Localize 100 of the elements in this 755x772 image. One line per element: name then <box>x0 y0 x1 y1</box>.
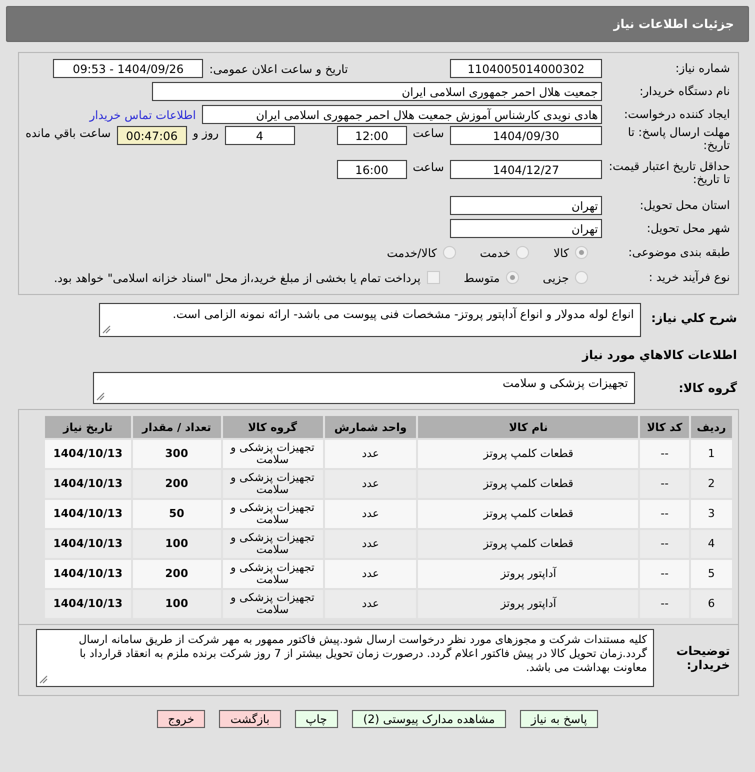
table-cell: 5 <box>690 560 732 588</box>
field-label: ساعت <box>412 126 444 140</box>
table-cell: -- <box>640 560 689 588</box>
field-label: حداقل تاریخ اعتبار قیمت: تا تاریخ: <box>608 160 730 186</box>
need-number-field: 1104005014000302 <box>450 59 602 78</box>
table-cell: 6 <box>690 590 732 618</box>
table-cell: قطعات کلمپ پروتز <box>418 440 638 468</box>
field-label: ساعت باقي مانده <box>26 126 111 140</box>
table-cell: قطعات کلمپ پروتز <box>418 470 638 498</box>
table-cell: تجهیزات پزشکی و سلامت <box>222 500 323 528</box>
table-cell: -- <box>640 530 689 558</box>
resize-grip-icon[interactable] <box>102 325 111 334</box>
field-label: تاریخ و ساعت اعلان عمومی: <box>209 62 348 76</box>
table-cell: تجهیزات پزشکی و سلامت <box>222 530 323 558</box>
table-cell: عدد <box>324 590 416 618</box>
field-label: روز و <box>192 126 219 140</box>
field-label: ایجاد کننده درخواست: <box>623 108 730 121</box>
column-header: واحد شمارش <box>324 416 416 438</box>
radio-button[interactable] <box>516 246 530 259</box>
action-button[interactable]: خروج <box>156 710 206 728</box>
table-cell: -- <box>640 500 689 528</box>
table-cell: 1 <box>690 440 732 468</box>
action-button[interactable]: پاسخ به نیاز <box>520 710 598 728</box>
radio-button[interactable] <box>442 246 456 259</box>
summary-field: انواع لوله مدولار و انواع آداپتور پروتز- مشخصات فنی پیوست می باشد- ارائه نمونه الزامی است. <box>99 303 641 337</box>
table-cell: آداپتور پروتز <box>418 590 638 618</box>
contact-link[interactable]: اطلاعات تماس خریدار <box>89 108 196 122</box>
table-cell: عدد <box>324 470 416 498</box>
table-cell: قطعات کلمپ پروتز <box>418 530 638 558</box>
table-cell: عدد <box>324 530 416 558</box>
days-field: 4 <box>224 126 295 145</box>
city-field: تهران <box>450 219 602 238</box>
table-cell: 1404/10/13 <box>45 440 131 468</box>
table-cell: 50 <box>132 500 221 528</box>
field-label: گروه کالا: <box>678 381 737 395</box>
table-cell: 1404/10/13 <box>45 500 131 528</box>
radio-button[interactable] <box>506 271 519 284</box>
radio-label: متوسط <box>464 270 500 284</box>
action-button[interactable]: مشاهده مدارک پیوستی (2) <box>352 710 506 728</box>
action-button[interactable]: چاپ <box>294 710 338 728</box>
table-cell: آداپتور پروتز <box>418 560 638 588</box>
table-cell: تجهیزات پزشکی و سلامت <box>222 560 323 588</box>
buyer-notes-field: کلیه مستندات شرکت و مجوزهای مورد نظر درخواست ارسال شود.پیش فاکتور ممهور به مهر شرکت از طریق سامانه ارسال گردد.زمان تحویل کالا در پیش فاکتور اعلام گردد. درصورت زمان تحویل بیشتر از 7 روز شرکت برنده ملزم به انعقاد قرارداد با معاونت بهداشت می باشد. <box>36 629 654 687</box>
table-cell: 100 <box>132 590 221 618</box>
radio-button[interactable] <box>575 271 588 284</box>
radio-button[interactable] <box>575 246 588 259</box>
creator-field: هادی نویدی کارشناس آموزش جمعیت هلال احمر جمهوری اسلامی ایران <box>202 105 602 124</box>
goods-group-field: تجهیزات پزشکی و سلامت <box>93 372 635 404</box>
table-cell: 2 <box>690 470 732 498</box>
table-cell: -- <box>640 470 689 498</box>
section-title: اطلاعات كالاهاي مورد نیاز <box>582 348 737 362</box>
table-cell: تجهیزات پزشکی و سلامت <box>222 590 323 618</box>
radio-label: کالا <box>553 246 569 260</box>
resize-grip-icon[interactable] <box>39 675 48 684</box>
checkbox[interactable] <box>426 271 440 284</box>
table-cell: تجهیزات پزشکی و سلامت <box>222 440 323 468</box>
field-label: مهلت ارسال پاسخ: تا تاریخ: <box>626 126 730 152</box>
page-title: جزئیات اطلاعات نیاز <box>613 17 734 31</box>
validity-date-field: 1404/12/27 <box>450 160 602 179</box>
announce-date-field: 1404/09/26 - 09:53 <box>53 59 204 78</box>
deadline-time-field: 12:00 <box>336 126 407 145</box>
field-label: نام دستگاه خریدار: <box>638 85 730 98</box>
radio-label: خدمت <box>480 246 510 260</box>
field-label: ساعت <box>412 160 444 174</box>
radio-label: کالا/خدمت <box>386 246 437 260</box>
column-header: نام کالا <box>418 416 638 438</box>
table-cell: 1404/10/13 <box>45 560 131 588</box>
table-cell: 1404/10/13 <box>45 590 131 618</box>
table-cell: عدد <box>324 440 416 468</box>
table-cell: 1404/10/13 <box>45 470 131 498</box>
province-field: تهران <box>450 196 602 215</box>
buyer-field: جمعیت هلال احمر جمهوری اسلامی ایران <box>152 82 602 101</box>
table-cell: 1404/10/13 <box>45 530 131 558</box>
radio-label: جزیی <box>542 270 569 284</box>
field-label: استان محل تحویل: <box>638 199 730 212</box>
column-header: تاریخ نیاز <box>45 416 131 438</box>
deadline-date-field: 1404/09/30 <box>450 126 602 145</box>
field-label: شماره نیاز: <box>674 62 730 75</box>
table-cell: عدد <box>324 560 416 588</box>
column-header: تعداد / مقدار <box>132 416 221 438</box>
table-cell: 4 <box>690 530 732 558</box>
column-header: گروه کالا <box>222 416 323 438</box>
table-cell: 200 <box>132 560 221 588</box>
table-cell: 100 <box>132 530 221 558</box>
resize-grip-icon[interactable] <box>96 392 105 401</box>
table-cell: قطعات کلمپ پروتز <box>418 500 638 528</box>
field-label: توضیحات خریدار: <box>675 644 730 672</box>
table-cell: عدد <box>324 500 416 528</box>
validity-time-field: 16:00 <box>336 160 407 179</box>
column-header: ردیف <box>690 416 732 438</box>
table-cell: تجهیزات پزشکی و سلامت <box>222 470 323 498</box>
field-label: شهر محل تحویل: <box>646 222 730 235</box>
column-header: کد کالا <box>640 416 689 438</box>
table-cell: 200 <box>132 470 221 498</box>
action-button[interactable]: بازگشت <box>219 710 281 728</box>
remaining-time-field: 00:47:06 <box>116 126 187 145</box>
table-cell: 3 <box>690 500 732 528</box>
field-label: شرح کلي نیاز: <box>650 310 737 325</box>
checkbox-label: پرداخت تمام یا بخشی از مبلغ خرید،از محل "اسناد خزانه اسلامی" خواهد بود. <box>54 270 421 284</box>
table-cell: -- <box>640 590 689 618</box>
